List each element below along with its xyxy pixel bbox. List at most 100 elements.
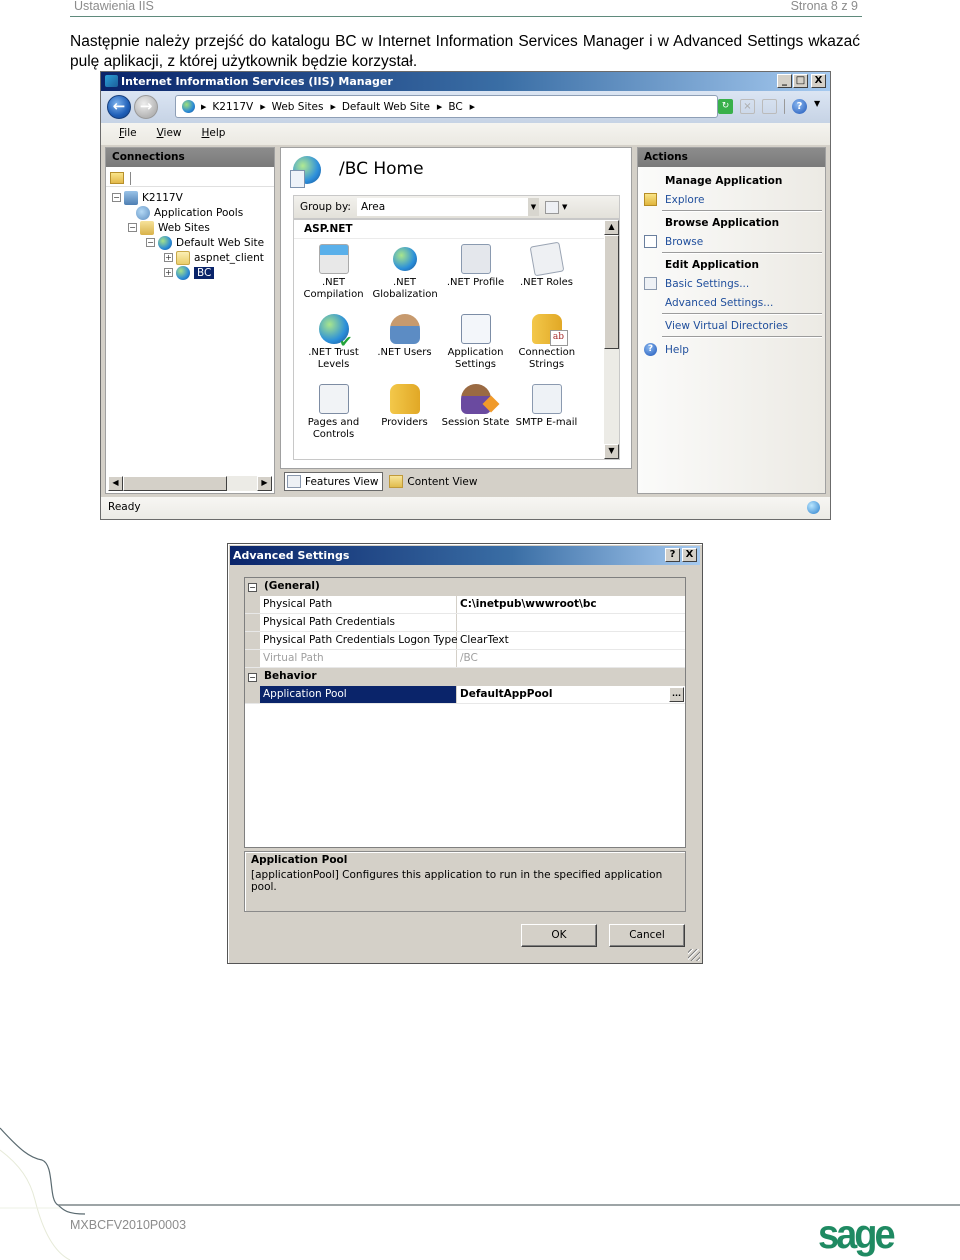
dialog-help-button[interactable]: ? [665, 548, 680, 562]
breadcrumb-arrow-icon: ▶ [201, 102, 207, 111]
minimize-button[interactable]: _ [777, 74, 792, 88]
tab-features-view[interactable]: Features View [284, 472, 384, 491]
scroll-thumb[interactable] [123, 476, 227, 491]
action-help[interactable]: Help [665, 344, 689, 356]
property-row-physical-path-credentials[interactable]: Physical Path Credentials [245, 614, 685, 632]
collapse-icon[interactable]: − [146, 238, 155, 247]
view-tabs: Features View Content View [284, 472, 481, 491]
group-by-select[interactable]: Area ▼ [356, 198, 539, 216]
dialog-close-button[interactable]: X [682, 548, 697, 562]
breadcrumb-item[interactable]: ▶ Web Sites [260, 101, 323, 113]
cancel-button[interactable]: Cancel [609, 924, 685, 947]
intro-paragraph: Następnie należy przejść do katalogu BC … [70, 33, 860, 70]
expand-icon[interactable]: + [164, 268, 173, 277]
collapse-icon[interactable]: − [112, 193, 121, 202]
feature-net-users[interactable]: .NET Users [369, 314, 440, 372]
ok-button[interactable]: OK [521, 924, 597, 947]
scroll-thumb[interactable] [604, 235, 619, 349]
close-button[interactable]: X [811, 74, 826, 88]
description-text: [applicationPool] Configures this applic… [251, 869, 663, 893]
property-row-application-pool[interactable]: Application Pool DefaultAppPool ... [245, 686, 685, 704]
tree-node-application-pools[interactable]: Application Pools [136, 205, 243, 220]
feature-net-roles[interactable]: .NET Roles [511, 241, 582, 302]
tree-node-bc[interactable]: + BC [164, 265, 215, 280]
breadcrumb-dropdown[interactable]: ▶ [470, 103, 481, 111]
action-explore[interactable]: Explore [665, 194, 704, 206]
advanced-settings-dialog: Advanced Settings ? X − (General) Physic… [227, 543, 703, 964]
scroll-up-icon[interactable]: ▲ [604, 220, 619, 235]
tree-node-server[interactable]: − K2117V [112, 190, 183, 205]
feature-pages-controls[interactable]: Pages and Controls [298, 384, 369, 442]
home-icon[interactable] [762, 99, 777, 114]
breadcrumb-item[interactable]: ▶ BC [437, 101, 463, 113]
scroll-down-icon[interactable]: ▼ [604, 444, 619, 459]
help-icon[interactable]: ? [792, 99, 807, 114]
action-advanced-settings[interactable]: Advanced Settings... [665, 297, 773, 309]
connections-header: Connections [106, 148, 274, 167]
menu-help[interactable]: Help [202, 127, 226, 145]
collapse-icon[interactable]: − [248, 672, 257, 682]
tree-node-web-sites[interactable]: − Web Sites [128, 220, 210, 235]
back-button[interactable]: ← [107, 95, 131, 119]
menu-file[interactable]: File [119, 127, 137, 145]
network-status-icon [807, 501, 820, 514]
scroll-left-icon[interactable]: ◀ [108, 476, 123, 491]
scroll-right-icon[interactable]: ▶ [257, 476, 272, 491]
feature-net-trust-levels[interactable]: .NET Trust Levels [298, 314, 369, 372]
resize-grip-icon[interactable] [688, 949, 700, 961]
property-row-physical-path[interactable]: Physical Path C:\inetpub\wwwroot\bc [245, 596, 685, 614]
connections-horizontal-scrollbar[interactable]: ◀ ▶ [108, 476, 272, 491]
feature-net-profile[interactable]: .NET Profile [440, 244, 511, 302]
chevron-down-icon[interactable]: ▼ [527, 198, 539, 216]
maximize-button[interactable]: □ [793, 74, 808, 88]
feature-connection-strings[interactable]: Connection Strings [511, 314, 582, 372]
tree-node-aspnet-client[interactable]: + aspnet_client [164, 250, 264, 265]
action-group-edit-application: Edit Application [665, 259, 759, 271]
explore-icon [644, 193, 657, 206]
connect-icon[interactable] [110, 172, 124, 184]
smtp-email-icon [531, 384, 562, 414]
providers-icon [389, 384, 420, 414]
property-row-logon-type[interactable]: Physical Path Credentials Logon Type Cle… [245, 632, 685, 650]
menu-view[interactable]: View [157, 127, 182, 145]
application-pool-value[interactable]: DefaultAppPool ... [457, 686, 685, 703]
stop-icon[interactable]: × [740, 99, 755, 114]
view-mode-dropdown-icon[interactable]: ▼ [562, 203, 567, 211]
feature-application-settings[interactable]: Application Settings [440, 314, 511, 372]
feature-net-globalization[interactable]: .NET Globalization [369, 244, 440, 302]
feature-session-state[interactable]: Session State [440, 384, 511, 442]
action-browse[interactable]: Browse [665, 236, 703, 248]
breadcrumb-item[interactable]: ▶ Default Web Site [330, 101, 429, 113]
connections-tree: − K2117V Application Pools − Web Sites −… [106, 187, 274, 280]
toolbar-separator [130, 171, 131, 185]
forward-button[interactable]: → [134, 95, 158, 119]
address-bar[interactable]: ▶ K2117V ▶ Web Sites ▶ Default Web Site ▶ BC… [175, 95, 718, 118]
feature-providers[interactable]: Providers [369, 384, 440, 442]
feature-smtp-email[interactable]: SMTP E-mail [511, 384, 582, 442]
document-header: Ustawienia IIS Strona 8 z 9 [70, 0, 862, 17]
footer-swoosh [0, 1127, 960, 1260]
divider [662, 313, 822, 315]
feature-net-compilation[interactable]: .NET Compilation [298, 244, 369, 302]
category-behavior[interactable]: − Behavior [245, 668, 685, 686]
collapse-icon[interactable]: − [128, 223, 137, 232]
iis-app-icon [105, 75, 118, 87]
pages-controls-icon [318, 384, 349, 414]
refresh-icon[interactable]: ↻ [718, 99, 733, 114]
action-view-virtual-directories[interactable]: View Virtual Directories [665, 320, 788, 332]
server-icon [124, 190, 138, 205]
tab-content-view[interactable]: Content View [387, 472, 481, 491]
features-vertical-scrollbar[interactable]: ▲ ▼ [604, 220, 619, 459]
browse-ellipsis-button[interactable]: ... [669, 687, 684, 702]
collapse-icon[interactable]: − [248, 582, 257, 592]
category-general[interactable]: − (General) [245, 578, 685, 596]
action-basic-settings[interactable]: Basic Settings... [665, 278, 749, 290]
features-list: ASP.NET .NET Compilation .NET Globalizat… [293, 219, 620, 460]
breadcrumb-item[interactable]: ▶ K2117V [201, 101, 253, 113]
status-bar: Ready [101, 497, 830, 519]
view-mode-icon[interactable] [544, 200, 559, 214]
tree-node-default-web-site[interactable]: − Default Web Site [146, 235, 264, 250]
iis-manager-window: Internet Information Services (IIS) Mana… [100, 71, 831, 520]
help-dropdown-icon[interactable]: ▼ [814, 99, 822, 114]
expand-icon[interactable]: + [164, 253, 173, 262]
